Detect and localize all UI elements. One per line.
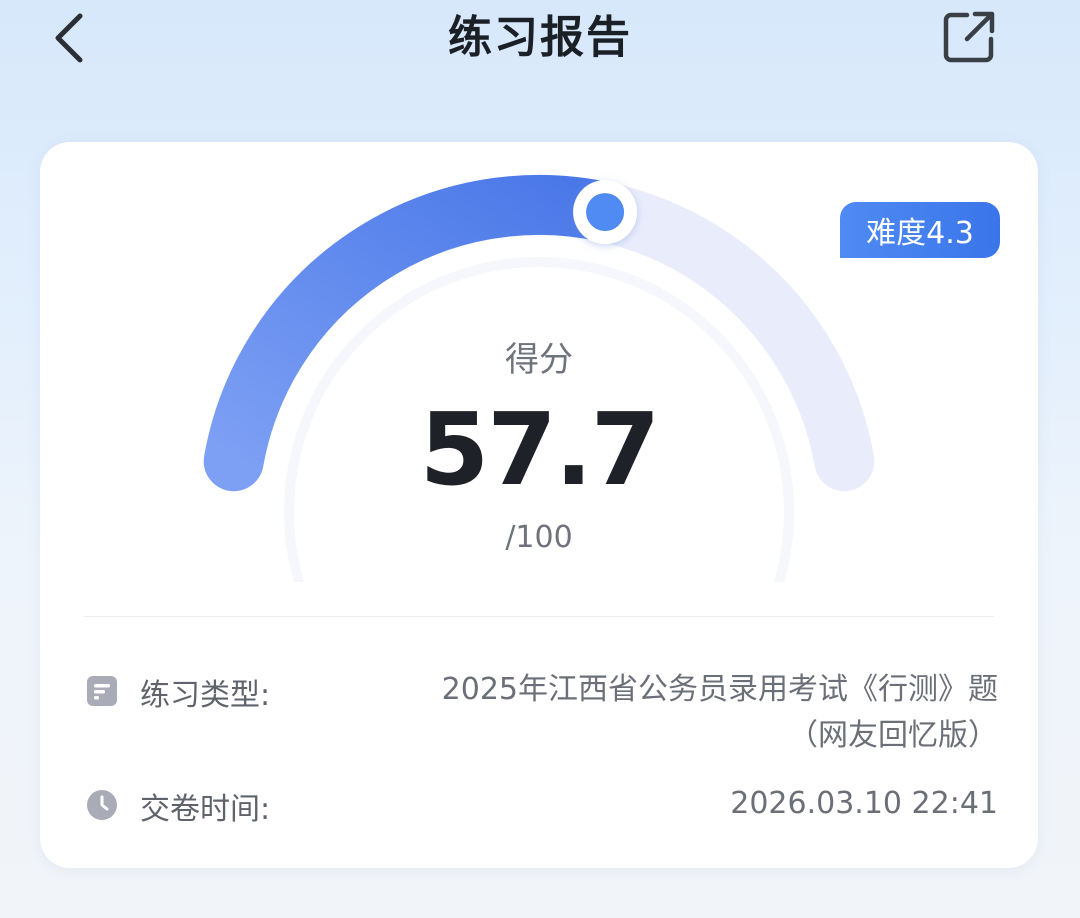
score-max: /100	[505, 520, 573, 555]
page-title: 练习报告	[448, 12, 632, 63]
share-button[interactable]	[936, 4, 1002, 70]
submit-time-label: 交卷时间:	[140, 792, 271, 827]
header: 练习报告	[0, 0, 1080, 90]
submit-time-value: 2026.03.10 22:41	[730, 786, 998, 821]
gauge-knob	[573, 180, 638, 245]
divider	[84, 616, 994, 617]
share-external-icon	[943, 11, 995, 63]
score-label: 得分	[505, 340, 573, 380]
practice-type-value-line1: 2025年江西省公务员录用考试《行测》题	[441, 672, 998, 707]
submit-time-row: 交卷时间: 2026.03.10 22:41	[84, 784, 998, 834]
clock-icon	[87, 790, 117, 820]
practice-type-label: 练习类型:	[140, 678, 271, 713]
report-card: 难度4.3 得分 57.7 /100 练习类型: 2025年江西省公务员录用考试…	[40, 142, 1038, 868]
practice-type-value: 2025年江西省公务员录用考试《行测》题 （网友回忆版）	[358, 668, 998, 758]
document-icon	[87, 676, 117, 706]
difficulty-badge: 难度4.3	[840, 202, 1000, 258]
score-value: 57.7	[419, 391, 661, 508]
practice-type-value-line2: （网友回忆版）	[788, 718, 998, 753]
practice-type-row: 练习类型: 2025年江西省公务员录用考试《行测》题 （网友回忆版）	[84, 670, 998, 760]
